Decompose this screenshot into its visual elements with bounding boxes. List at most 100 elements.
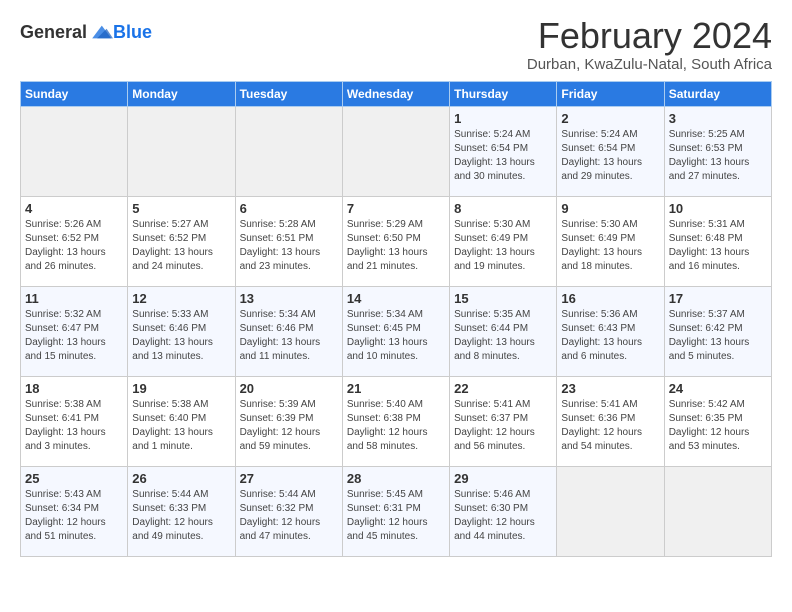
day-number: 14 [347,291,445,306]
calendar-cell: 21 Sunrise: 5:40 AM Sunset: 6:38 PM Dayli… [342,376,449,466]
calendar-cell: 2 Sunrise: 5:24 AM Sunset: 6:54 PM Daylig… [557,106,664,196]
day-info: Sunrise: 5:33 AM Sunset: 6:46 PM Dayligh… [132,308,230,364]
calendar-table: SundayMondayTuesdayWednesdayThursdayFrid… [20,81,772,557]
header-cell-tuesday: Tuesday [235,81,342,106]
day-info: Sunrise: 5:29 AM Sunset: 6:50 PM Dayligh… [347,218,445,274]
day-info: Sunrise: 5:32 AM Sunset: 6:47 PM Dayligh… [25,308,123,364]
calendar-cell [128,106,235,196]
calendar-cell [235,106,342,196]
calendar-cell: 8 Sunrise: 5:30 AM Sunset: 6:49 PM Daylig… [450,196,557,286]
week-row-1: 1 Sunrise: 5:24 AM Sunset: 6:54 PM Daylig… [21,106,772,196]
logo-blue: Blue [113,22,152,43]
day-number: 15 [454,291,552,306]
calendar-cell: 3 Sunrise: 5:25 AM Sunset: 6:53 PM Daylig… [664,106,771,196]
header-row: SundayMondayTuesdayWednesdayThursdayFrid… [21,81,772,106]
day-number: 8 [454,201,552,216]
calendar-cell: 13 Sunrise: 5:34 AM Sunset: 6:46 PM Dayli… [235,286,342,376]
day-number: 29 [454,471,552,486]
logo-general: General [20,22,87,43]
calendar-cell: 12 Sunrise: 5:33 AM Sunset: 6:46 PM Dayli… [128,286,235,376]
day-number: 1 [454,111,552,126]
day-number: 26 [132,471,230,486]
calendar-cell [342,106,449,196]
day-number: 21 [347,381,445,396]
calendar-cell: 11 Sunrise: 5:32 AM Sunset: 6:47 PM Dayli… [21,286,128,376]
calendar-cell: 9 Sunrise: 5:30 AM Sunset: 6:49 PM Daylig… [557,196,664,286]
day-info: Sunrise: 5:40 AM Sunset: 6:38 PM Dayligh… [347,398,445,454]
calendar-cell: 20Sunrise: 5:39 AM Sunset: 6:39 PM Dayli… [235,376,342,466]
week-row-2: 4 Sunrise: 5:26 AM Sunset: 6:52 PM Daylig… [21,196,772,286]
calendar-cell: 28 Sunrise: 5:45 AM Sunset: 6:31 PM Dayli… [342,466,449,556]
day-number: 6 [240,201,338,216]
day-info: Sunrise: 5:30 AM Sunset: 6:49 PM Dayligh… [454,218,552,274]
day-info: Sunrise: 5:34 AM Sunset: 6:46 PM Dayligh… [240,308,338,364]
day-info: Sunrise: 5:38 AM Sunset: 6:41 PM Dayligh… [25,398,123,454]
calendar-cell: 19Sunrise: 5:38 AM Sunset: 6:40 PM Dayli… [128,376,235,466]
day-number: 20 [240,381,338,396]
week-row-5: 25Sunrise: 5:43 AM Sunset: 6:34 PM Dayli… [21,466,772,556]
day-info: Sunrise: 5:37 AM Sunset: 6:42 PM Dayligh… [669,308,767,364]
day-info: Sunrise: 5:24 AM Sunset: 6:54 PM Dayligh… [454,128,552,184]
day-info: Sunrise: 5:35 AM Sunset: 6:44 PM Dayligh… [454,308,552,364]
day-number: 17 [669,291,767,306]
calendar-cell: 27Sunrise: 5:44 AM Sunset: 6:32 PM Dayli… [235,466,342,556]
day-number: 28 [347,471,445,486]
day-number: 27 [240,471,338,486]
day-number: 13 [240,291,338,306]
day-info: Sunrise: 5:46 AM Sunset: 6:30 PM Dayligh… [454,488,552,544]
calendar-cell: 7 Sunrise: 5:29 AM Sunset: 6:50 PM Daylig… [342,196,449,286]
day-info: Sunrise: 5:44 AM Sunset: 6:33 PM Dayligh… [132,488,230,544]
calendar-cell: 14 Sunrise: 5:34 AM Sunset: 6:45 PM Dayli… [342,286,449,376]
calendar-cell [664,466,771,556]
calendar-cell: 24 Sunrise: 5:42 AM Sunset: 6:35 PM Dayli… [664,376,771,466]
header: General Blue February 2024 Durban, KwaZu… [20,16,772,73]
calendar-cell: 4 Sunrise: 5:26 AM Sunset: 6:52 PM Daylig… [21,196,128,286]
header-cell-friday: Friday [557,81,664,106]
week-row-4: 18 Sunrise: 5:38 AM Sunset: 6:41 PM Dayli… [21,376,772,466]
calendar-cell: 10Sunrise: 5:31 AM Sunset: 6:48 PM Dayli… [664,196,771,286]
day-info: Sunrise: 5:36 AM Sunset: 6:43 PM Dayligh… [561,308,659,364]
calendar-cell [21,106,128,196]
calendar-cell: 25Sunrise: 5:43 AM Sunset: 6:34 PM Dayli… [21,466,128,556]
calendar-cell [557,466,664,556]
calendar-cell: 5Sunrise: 5:27 AM Sunset: 6:52 PM Daylig… [128,196,235,286]
calendar-cell: 16 Sunrise: 5:36 AM Sunset: 6:43 PM Dayli… [557,286,664,376]
day-number: 9 [561,201,659,216]
day-info: Sunrise: 5:24 AM Sunset: 6:54 PM Dayligh… [561,128,659,184]
header-cell-sunday: Sunday [21,81,128,106]
header-cell-monday: Monday [128,81,235,106]
day-number: 24 [669,381,767,396]
day-number: 3 [669,111,767,126]
calendar-cell: 23Sunrise: 5:41 AM Sunset: 6:36 PM Dayli… [557,376,664,466]
day-info: Sunrise: 5:25 AM Sunset: 6:53 PM Dayligh… [669,128,767,184]
title-area: February 2024 Durban, KwaZulu-Natal, Sou… [527,16,772,73]
day-info: Sunrise: 5:38 AM Sunset: 6:40 PM Dayligh… [132,398,230,454]
day-number: 18 [25,381,123,396]
day-info: Sunrise: 5:41 AM Sunset: 6:36 PM Dayligh… [561,398,659,454]
calendar-cell: 6 Sunrise: 5:28 AM Sunset: 6:51 PM Daylig… [235,196,342,286]
day-number: 2 [561,111,659,126]
day-number: 25 [25,471,123,486]
day-info: Sunrise: 5:26 AM Sunset: 6:52 PM Dayligh… [25,218,123,274]
day-number: 11 [25,291,123,306]
day-info: Sunrise: 5:45 AM Sunset: 6:31 PM Dayligh… [347,488,445,544]
day-number: 16 [561,291,659,306]
location-title: Durban, KwaZulu-Natal, South Africa [527,56,772,73]
day-info: Sunrise: 5:28 AM Sunset: 6:51 PM Dayligh… [240,218,338,274]
calendar-cell: 22Sunrise: 5:41 AM Sunset: 6:37 PM Dayli… [450,376,557,466]
day-number: 4 [25,201,123,216]
day-info: Sunrise: 5:27 AM Sunset: 6:52 PM Dayligh… [132,218,230,274]
day-number: 7 [347,201,445,216]
day-number: 12 [132,291,230,306]
day-number: 10 [669,201,767,216]
day-info: Sunrise: 5:42 AM Sunset: 6:35 PM Dayligh… [669,398,767,454]
calendar-cell: 29 Sunrise: 5:46 AM Sunset: 6:30 PM Dayli… [450,466,557,556]
day-info: Sunrise: 5:34 AM Sunset: 6:45 PM Dayligh… [347,308,445,364]
calendar-cell: 15 Sunrise: 5:35 AM Sunset: 6:44 PM Dayli… [450,286,557,376]
calendar-cell: 17 Sunrise: 5:37 AM Sunset: 6:42 PM Dayli… [664,286,771,376]
day-info: Sunrise: 5:30 AM Sunset: 6:49 PM Dayligh… [561,218,659,274]
header-cell-saturday: Saturday [664,81,771,106]
logo-icon [89,20,113,44]
calendar-cell: 1 Sunrise: 5:24 AM Sunset: 6:54 PM Daylig… [450,106,557,196]
header-cell-wednesday: Wednesday [342,81,449,106]
